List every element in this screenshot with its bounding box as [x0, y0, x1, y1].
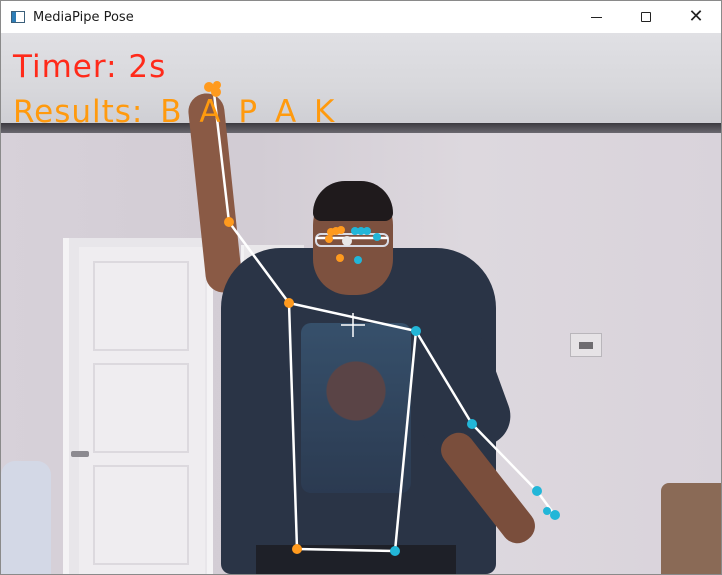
- landmark-point: [550, 510, 560, 520]
- landmark-point: [213, 81, 221, 89]
- close-icon: ✕: [688, 6, 704, 27]
- maximize-icon: [641, 12, 651, 22]
- skeleton-line: [287, 301, 299, 551]
- landmark-point: [292, 544, 302, 554]
- landmark-point: [354, 256, 362, 264]
- landmark-point: [336, 254, 344, 262]
- timer-text: Timer: 2s: [13, 49, 167, 85]
- landmark-point: [325, 235, 333, 243]
- landmark-point: [284, 298, 294, 308]
- camera-feed: Timer: 2s Results: B A P A K: [1, 33, 721, 574]
- minimize-icon: [590, 16, 602, 18]
- landmark-point: [543, 507, 551, 515]
- skeleton-line: [470, 422, 539, 493]
- landmark-point: [373, 233, 381, 241]
- minimize-button[interactable]: [571, 1, 621, 33]
- landmark-point: [390, 546, 400, 556]
- mouse-crosshair: [341, 313, 365, 337]
- skeleton-line: [295, 547, 397, 553]
- app-window-icon: [11, 11, 25, 23]
- window-controls: ✕: [571, 1, 721, 33]
- landmarks: [204, 81, 560, 556]
- title-bar[interactable]: MediaPipe Pose ✕: [1, 1, 721, 33]
- landmark-point: [363, 227, 371, 235]
- landmark-point: [342, 236, 352, 246]
- results-text: Results: B A P A K: [13, 94, 336, 130]
- skeleton-line: [393, 329, 418, 553]
- close-button[interactable]: ✕: [671, 1, 721, 33]
- skeleton-lines: [212, 91, 556, 553]
- landmark-point: [337, 226, 345, 234]
- window-title: MediaPipe Pose: [33, 9, 134, 25]
- landmark-point: [411, 326, 421, 336]
- skeleton-line: [227, 220, 291, 305]
- maximize-button[interactable]: [621, 1, 671, 33]
- skeleton-line: [414, 329, 474, 426]
- landmark-point: [467, 419, 477, 429]
- app-window: MediaPipe Pose ✕ Timer: 2s Results: B A …: [0, 0, 722, 575]
- landmark-point: [532, 486, 542, 496]
- landmark-point: [224, 217, 234, 227]
